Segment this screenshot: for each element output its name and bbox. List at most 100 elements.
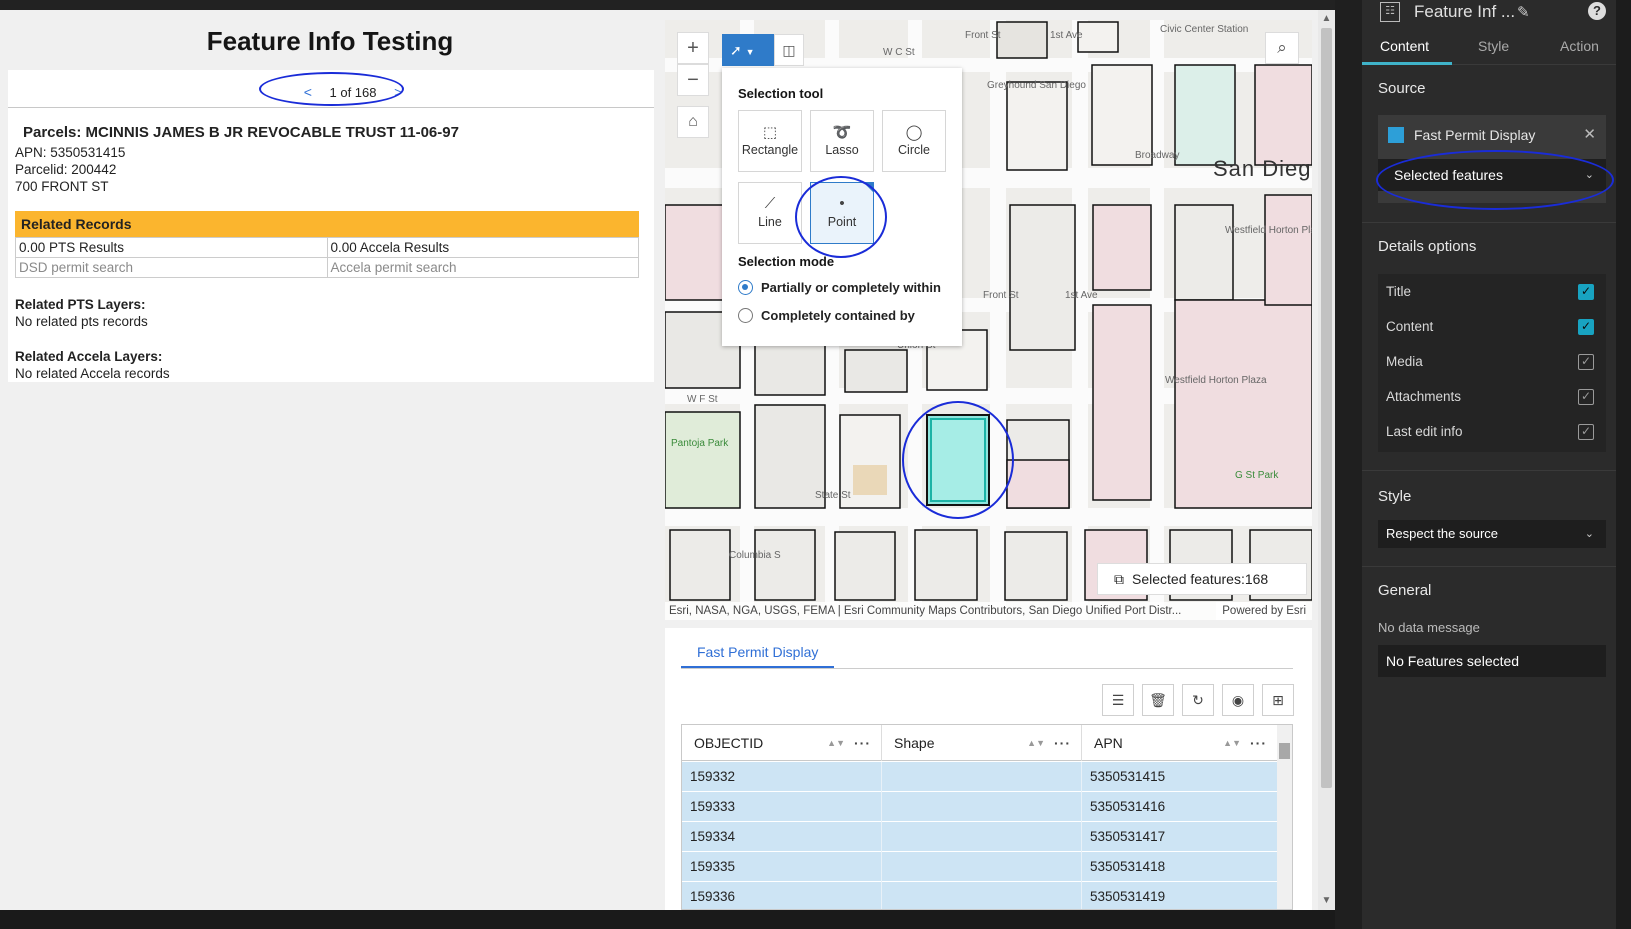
label-civic-center: Civic Center Station	[1160, 24, 1249, 35]
checkbox-title[interactable]: ✓	[1578, 284, 1594, 300]
home-icon: ⌂	[688, 113, 698, 130]
search-button[interactable]: ⌕	[1265, 32, 1299, 64]
tab-style[interactable]: Style	[1478, 38, 1509, 54]
column-menu-icon[interactable]: ···	[854, 725, 871, 761]
help-icon[interactable]: ?	[1588, 2, 1606, 20]
label-wc-st: W C St	[883, 47, 915, 58]
attribute-grid: OBJECTID ▲▼ ··· Shape ▲▼ ··· APN ▲▼ ··· 159332…	[681, 724, 1293, 910]
option-title: Title	[1386, 284, 1412, 299]
label-front-st-south: Front St	[983, 290, 1019, 301]
checkbox-last-edit-info[interactable]: ✓	[1578, 424, 1594, 440]
pts-text: No related pts records	[15, 314, 148, 329]
widget-title[interactable]: Feature Inf ...	[1414, 2, 1515, 22]
panel-tabs: Content Style Action	[1362, 30, 1616, 64]
selection-icon: ⧉	[1114, 571, 1124, 587]
layer-select-icon: ◫	[782, 42, 796, 58]
refresh-button[interactable]: ↻	[1182, 684, 1214, 716]
column-menu-icon[interactable]: ···	[1250, 725, 1267, 761]
checkbox-content[interactable]: ✓	[1578, 319, 1594, 335]
map-attribution: Esri, NASA, NGA, USGS, FEMA | Esri Commu…	[665, 602, 1312, 620]
sort-icon[interactable]: ▲▼	[1027, 725, 1045, 761]
close-icon[interactable]: ✕	[1583, 125, 1596, 143]
accela-permit-search-link[interactable]: Accela permit search	[326, 257, 639, 278]
label-columbia-st: Columbia S	[729, 550, 781, 561]
tool-lasso[interactable]: ➰ Lasso	[810, 110, 874, 172]
refresh-icon: ↻	[1192, 692, 1204, 708]
tool-rectangle[interactable]: ⬚ Rectangle	[738, 110, 802, 172]
label-westfield-south: Westfield Horton Plaza	[1165, 375, 1267, 386]
details-options: Title ✓ Content ✓ Media ✓ Attachments ✓ …	[1378, 274, 1606, 452]
tab-content[interactable]: Content	[1380, 38, 1429, 54]
apn-text: APN: 5350531415	[15, 145, 126, 160]
edit-pencil-icon[interactable]: ✎	[1517, 3, 1530, 21]
checkbox-media[interactable]: ✓	[1578, 354, 1594, 370]
label-san-diego: San Dieg	[1213, 156, 1312, 181]
col-shape[interactable]: Shape ▲▼ ···	[882, 725, 1082, 761]
tab-fast-permit-display[interactable]: Fast Permit Display	[681, 628, 835, 668]
chevron-down-icon: ⌄	[1584, 528, 1594, 540]
panel-edge	[1616, 0, 1631, 929]
no-data-message-input[interactable]: No Features selected	[1378, 645, 1606, 677]
scroll-down-icon[interactable]: ▼	[1321, 894, 1332, 908]
label-pantoja-park: Pantoja Park	[671, 438, 729, 449]
show-selection-button[interactable]: ☰	[1102, 684, 1134, 716]
map-view[interactable]: W C St Front St 1st Ave Civic Center Sta…	[665, 20, 1312, 620]
zoom-out-button[interactable]: −	[677, 64, 709, 96]
related-records-table: 0.00 PTS Results 0.00 Accela Results DSD…	[15, 237, 639, 278]
radio-selected-icon	[738, 280, 753, 295]
mode-completely-contained[interactable]: Completely contained by	[738, 308, 915, 323]
dsd-permit-search-link[interactable]: DSD permit search	[15, 257, 328, 278]
col-apn[interactable]: APN ▲▼ ···	[1082, 725, 1278, 761]
table-row: 0.00 PTS Results 0.00 Accela Results	[15, 237, 639, 258]
home-button[interactable]: ⌂	[677, 106, 709, 138]
table-row[interactable]: 159332 5350531415	[682, 762, 1278, 792]
delete-selection-button[interactable]: 🗑	[1142, 684, 1174, 716]
col-objectid[interactable]: OBJECTID ▲▼ ···	[682, 725, 882, 761]
bottom-bar	[0, 910, 1335, 929]
select-tool-button[interactable]: ➚ ▼	[722, 34, 774, 66]
checkbox-attachments[interactable]: ✓	[1578, 389, 1594, 405]
rectangle-select-icon: ⬚	[762, 124, 778, 141]
tab-action[interactable]: Action	[1560, 38, 1599, 54]
mode-partially-within[interactable]: Partially or completely within	[738, 280, 941, 295]
filter-visibility-button[interactable]: ◉	[1222, 684, 1254, 716]
sort-icon[interactable]: ▲▼	[827, 725, 845, 761]
style-select[interactable]: Respect the source ⌄	[1378, 520, 1606, 548]
accela-results-cell: 0.00 Accela Results	[326, 237, 639, 258]
select-by-layer-button[interactable]: ◫	[774, 34, 804, 66]
selection-tool-popup: Selection tool ⬚ Rectangle ➰ Lasso ◯ Circle…	[722, 68, 962, 346]
source-heading: Source	[1378, 80, 1426, 97]
data-source-icon	[1388, 127, 1404, 143]
table-row[interactable]: 159333 5350531416	[682, 792, 1278, 822]
table-row[interactable]: 159335 5350531418	[682, 852, 1278, 882]
related-records-header: Related Records	[15, 211, 639, 237]
grid-scrollbar[interactable]	[1277, 725, 1292, 909]
scroll-up-icon[interactable]: ▲	[1321, 12, 1332, 26]
top-bar	[0, 0, 1335, 10]
zoom-in-button[interactable]: +	[677, 32, 709, 64]
page-scrollbar[interactable]: ▲ ▼	[1318, 10, 1335, 910]
feature-info-card: < 1 of 168 > Parcels: MCINNIS JAMES B JR…	[8, 70, 654, 382]
select-arrow-icon: ➚	[730, 42, 742, 58]
selected-features-badge[interactable]: ⧉ Selected features:168	[1097, 563, 1307, 595]
label-greyhound: Greyhound San Diego	[987, 80, 1086, 91]
powered-by-esri[interactable]: Powered by Esri	[1216, 602, 1306, 620]
tool-line[interactable]: ⟋ Line	[738, 182, 802, 244]
no-data-label: No data message	[1378, 620, 1480, 635]
column-menu-icon[interactable]: ···	[1054, 725, 1071, 761]
sort-icon[interactable]: ▲▼	[1223, 725, 1241, 761]
pager-annotation-ellipse	[259, 72, 404, 106]
scroll-thumb[interactable]	[1321, 28, 1332, 788]
search-icon: ⌕	[1277, 38, 1287, 57]
label-g-st-park: G St Park	[1235, 470, 1279, 481]
label-westfield-north: Westfield Horton Plaza	[1225, 225, 1312, 236]
tool-circle[interactable]: ◯ Circle	[882, 110, 946, 172]
point-annotation-ellipse	[795, 176, 887, 258]
table-row[interactable]: 159336 5350531419	[682, 882, 1278, 909]
source-name: Fast Permit Display	[1414, 127, 1536, 143]
option-media: Media	[1386, 354, 1423, 369]
option-attachments: Attachments	[1386, 389, 1462, 404]
table-row[interactable]: 159334 5350531417	[682, 822, 1278, 852]
columns-button[interactable]: ⊞	[1262, 684, 1294, 716]
label-1st-ave-south: 1st Ave	[1065, 290, 1098, 301]
